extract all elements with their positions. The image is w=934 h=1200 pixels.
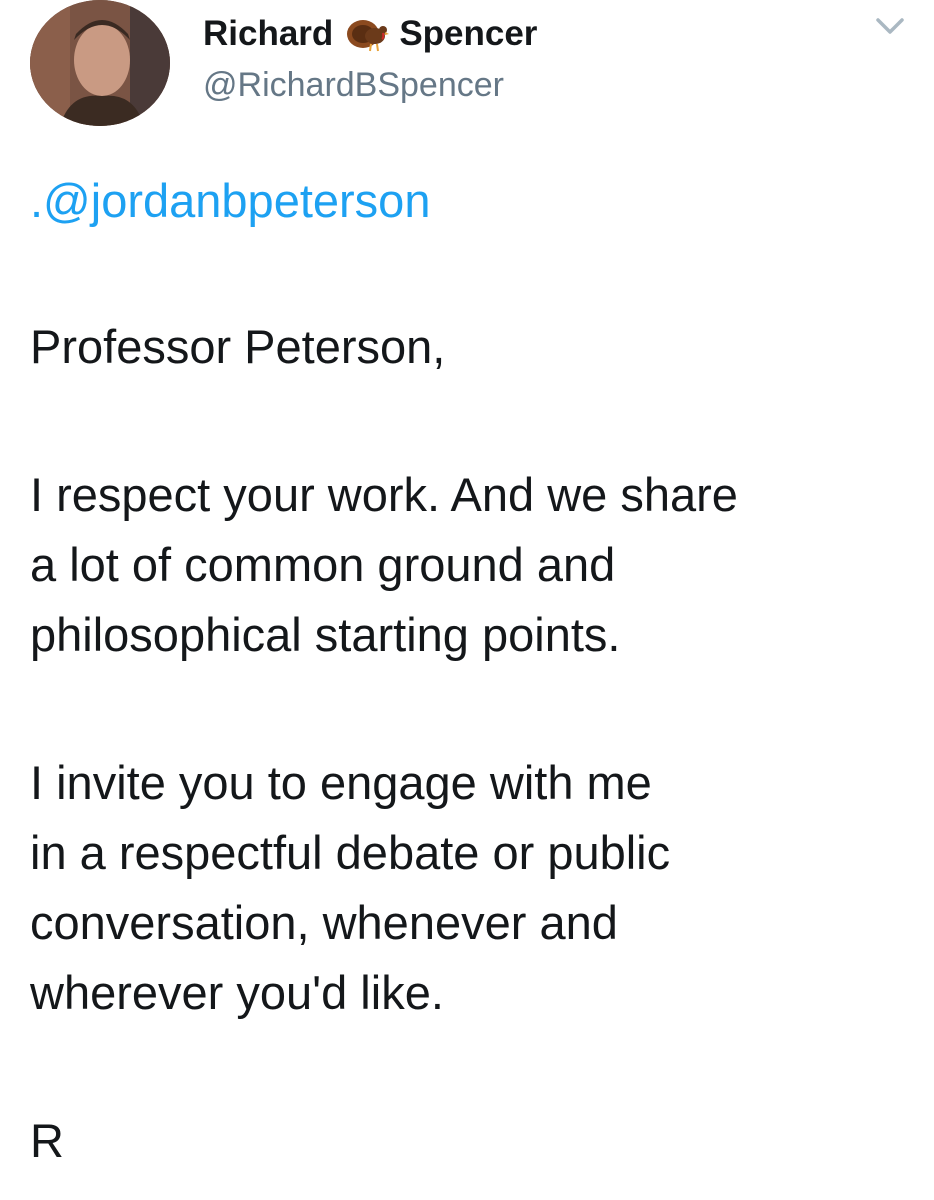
author-handle[interactable]: @RichardBSpencer: [203, 64, 504, 106]
tweet-text: .@jordanbpeterson Professor Peterson, I …: [30, 168, 910, 1176]
mention-link[interactable]: .@jordanbpeterson: [30, 174, 430, 227]
turkey-icon: [343, 14, 391, 54]
author-first-name: Richard: [203, 14, 334, 53]
chevron-down-icon[interactable]: [872, 10, 908, 40]
paragraph-line: philosophical starting points.: [30, 608, 621, 661]
paragraph-line: I invite you to engage with me: [30, 756, 652, 809]
signoff: R: [30, 1106, 910, 1176]
paragraph-line: a lot of common ground and: [30, 538, 616, 591]
signoff-line: R: [30, 1114, 64, 1167]
paragraph-line: conversation, whenever and: [30, 896, 618, 949]
paragraph-line: I respect your work. And we share: [30, 468, 738, 521]
avatar[interactable]: [30, 0, 170, 126]
salutation: Professor Peterson,: [30, 312, 910, 382]
author-last-name: Spencer: [399, 14, 538, 53]
salutation-line: Professor Peterson,: [30, 320, 446, 373]
paragraph-2: I invite you to engage with me in a resp…: [30, 748, 910, 1028]
paragraph-line: wherever you'd like.: [30, 966, 444, 1019]
paragraph-line: in a respectful debate or public: [30, 826, 671, 879]
paragraph-1: I respect your work. And we share a lot …: [30, 460, 910, 670]
author-name[interactable]: Richard Spencer: [203, 12, 537, 56]
